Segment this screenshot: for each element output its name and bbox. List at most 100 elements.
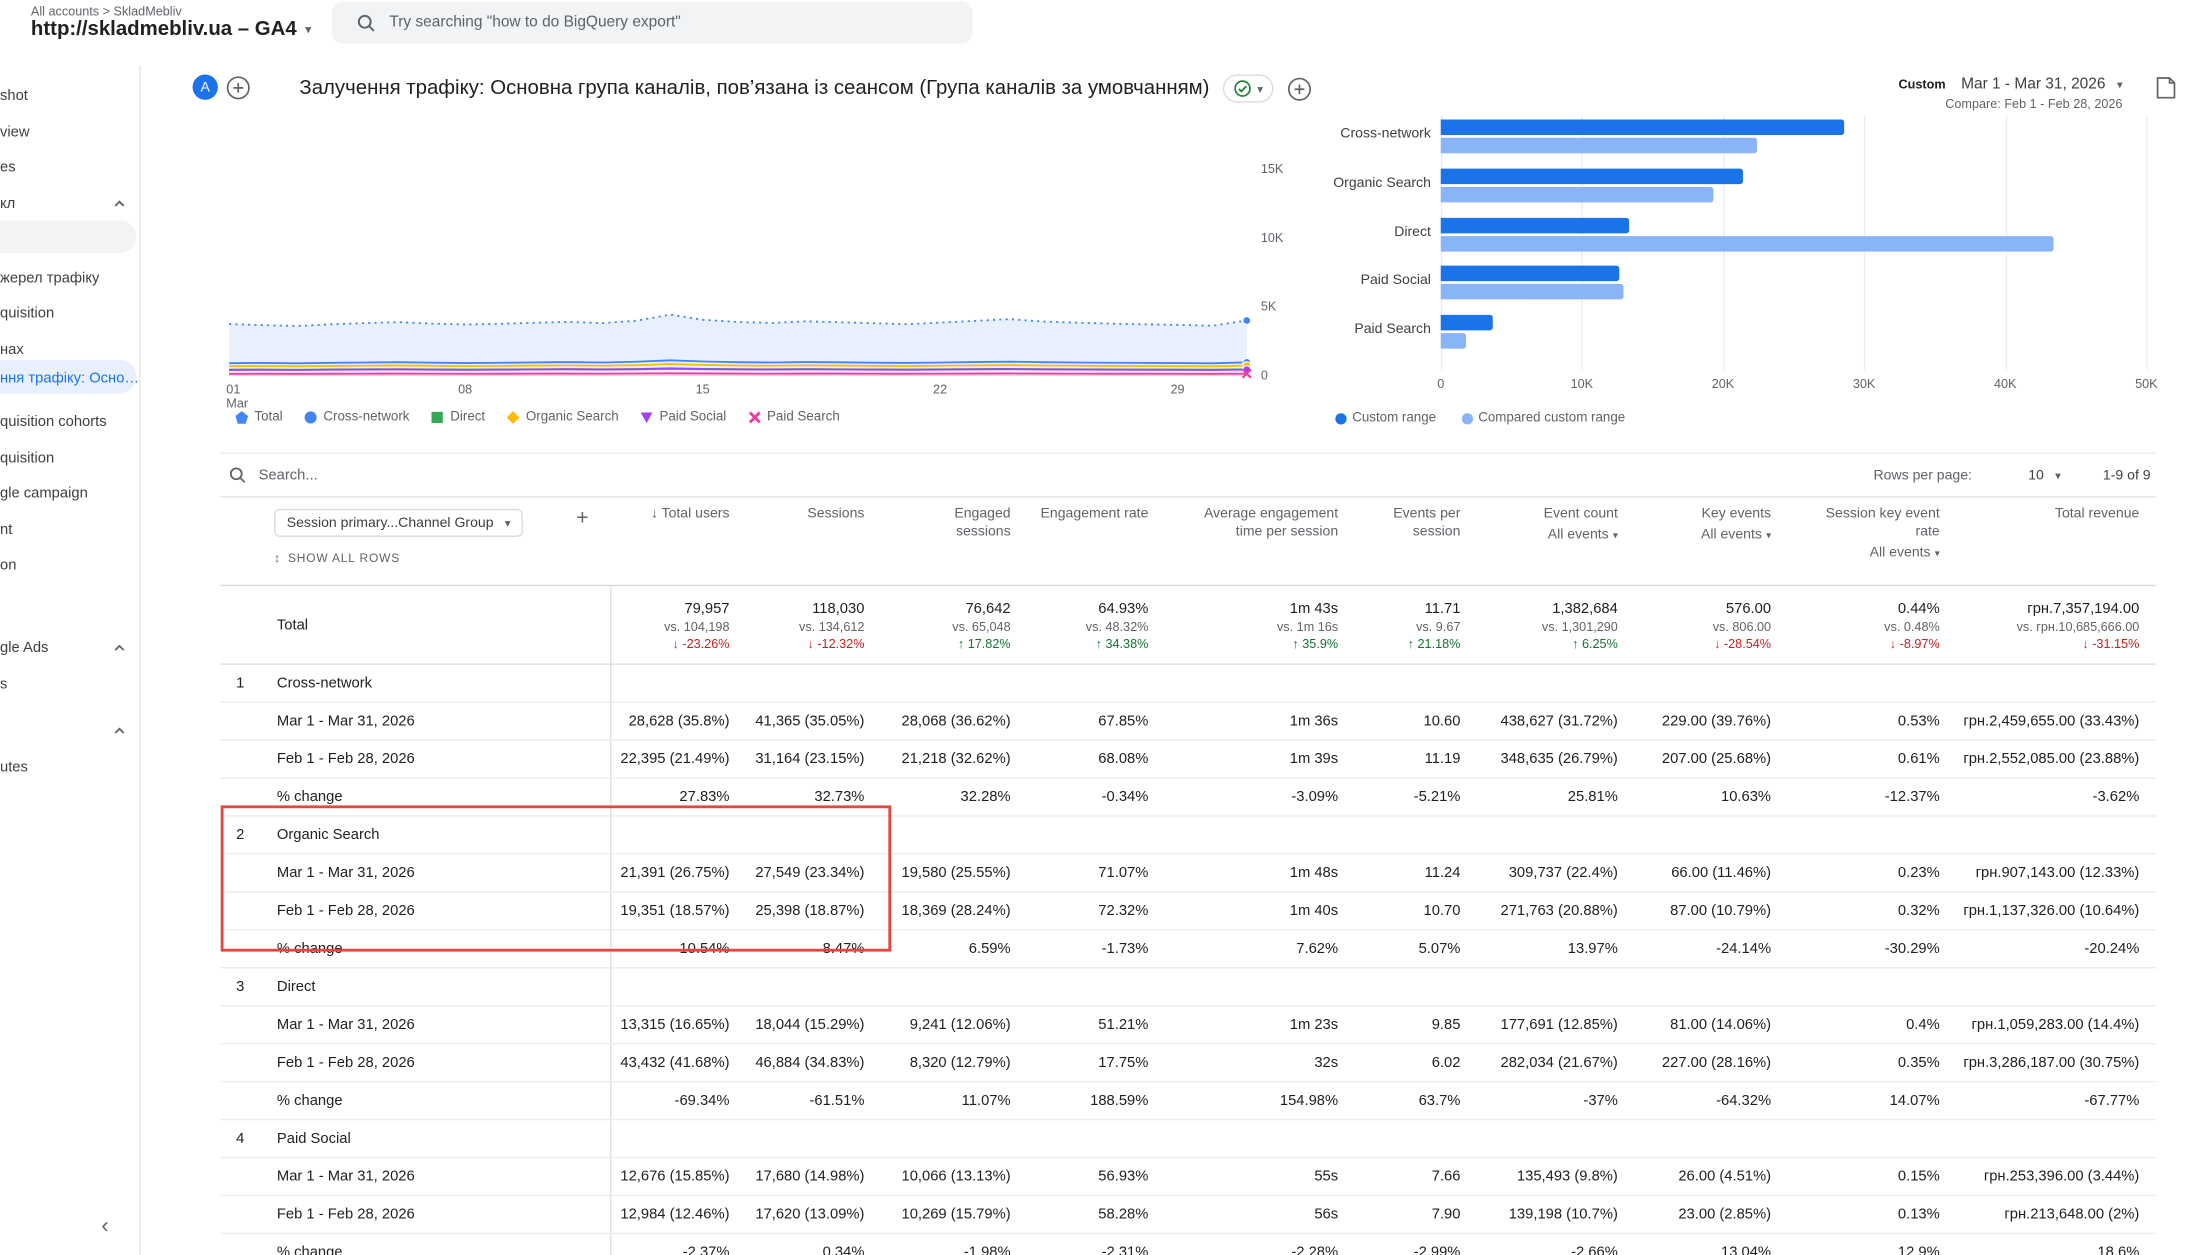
chevron-up-icon[interactable]	[112, 724, 126, 738]
legend-item-total[interactable]: Total	[235, 409, 283, 424]
dimension-selector[interactable]: Session primary...Channel Group ▾	[274, 508, 524, 537]
metric-cell: -67.77%	[2084, 1092, 2140, 1110]
legend-item-direct[interactable]: Direct	[431, 409, 485, 424]
chevron-down-icon: ▾	[305, 21, 312, 36]
legend-item-organic-search[interactable]: Organic Search	[506, 409, 619, 425]
global-search-input[interactable]: Try searching "how to do BigQuery export…	[331, 1, 973, 44]
sidebar-item-on[interactable]: on	[0, 550, 139, 581]
sidebar-item-es[interactable]: es	[0, 152, 139, 183]
avatar[interactable]: A	[192, 74, 218, 100]
sidebar-item-view[interactable]: view	[0, 117, 139, 148]
column-filter[interactable]: All events ▾	[1701, 527, 1771, 542]
metric-cell: 46,884 (34.83%)	[755, 1054, 865, 1072]
column-header-sessions[interactable]: Sessions	[732, 505, 867, 561]
sidebar-item-quisition-cohorts[interactable]: quisition cohorts	[0, 406, 139, 437]
chevron-up-icon[interactable]	[112, 197, 126, 211]
column-header-total-revenue[interactable]: Total revenue	[1943, 505, 2157, 561]
channel-name: Cross-network	[276, 674, 373, 692]
page-title: Залучення трафіку: Основна група каналів…	[299, 77, 1210, 100]
sidebar-item-quisition[interactable]: quisition	[0, 443, 139, 474]
table-header: Session primary...Channel Group ▾ + ↕ SH…	[220, 496, 2157, 587]
sidebar-item-жерел-трафіку[interactable]: жерел трафіку	[0, 263, 139, 294]
column-header-engaged-sessions[interactable]: Engaged sessions	[867, 505, 1013, 561]
column-header-total-users[interactable]: ↓ Total users	[611, 505, 732, 561]
legend-item-paid-social[interactable]: Paid Social	[640, 409, 726, 424]
metric-cell: -61.51%	[809, 1092, 865, 1110]
metric-cell: 17.75%	[1098, 1054, 1149, 1072]
dimension-cell: 4 Paid Social	[221, 1120, 612, 1157]
sidebar-item-quisition[interactable]: quisition	[0, 298, 139, 329]
metric-cell: 79,957 vs. 104,198 ↓ -23.26%	[611, 586, 732, 663]
dimension-cell: % change	[221, 1082, 612, 1119]
column-header-average-engagement-time-per-session[interactable]: Average engagement time per session	[1151, 505, 1341, 561]
metric-cell: 576.00 vs. 806.00 ↓ -28.54%	[1621, 586, 1774, 663]
add-dimension-button[interactable]: +	[576, 506, 588, 530]
add-comparison-button[interactable]	[226, 76, 250, 100]
x-tick-label: 29	[1170, 383, 1184, 397]
legend-item-compared-custom-range[interactable]: Compared custom range	[1461, 410, 1625, 426]
sidebar-item-s[interactable]: s	[0, 669, 139, 700]
sidebar-collapse-button[interactable]: ‹	[101, 1214, 108, 1239]
column-header-session-key-event-rate[interactable]: Session key event rate All events ▾	[1774, 505, 1943, 561]
metric-cell: 51.21%	[1098, 1016, 1149, 1034]
sidebar-item-nt[interactable]: nt	[0, 514, 139, 545]
property-selector[interactable]: http://skladmebliv.ua – GA4 ▾	[31, 18, 312, 40]
table-row-cross-network-feb-1-feb-28-2026: Feb 1 - Feb 28, 2026 22,395 (21.49%) 31,16…	[220, 740, 2157, 779]
metric-cell: 139,198 (10.7%)	[1508, 1206, 1618, 1223]
sidebar-item-shot[interactable]: shot	[0, 80, 139, 111]
column-header-engagement-rate[interactable]: Engagement rate	[1013, 505, 1151, 561]
sidebar-item-ння-трафіку-осно[interactable]: ння трафіку: Осно…	[0, 363, 139, 394]
metric-cell: 41,365 (35.05%)	[755, 712, 865, 730]
sidebar-item-item[interactable]	[0, 221, 139, 252]
legend-item-cross-network[interactable]: Cross-network	[304, 409, 409, 424]
column-filter[interactable]: All events ▾	[1870, 545, 1940, 560]
metric-cell: 13.04%	[1720, 1243, 1772, 1255]
column-header-event-count[interactable]: Event count All events ▾	[1463, 505, 1620, 561]
metric-value: 11.71	[1424, 599, 1461, 617]
table-row-group-organic-search[interactable]: 2 Organic Search	[220, 816, 2157, 855]
date-range-picker[interactable]: Custom Mar 1 - Mar 31, 2026 ▾ Compare: F…	[1898, 76, 2122, 111]
table-search-input[interactable]: Search...	[229, 467, 318, 484]
metric-cell: 56.93%	[1098, 1168, 1149, 1185]
circle-marker-icon	[1335, 412, 1347, 424]
column-header-events-per-session[interactable]: Events per session	[1341, 505, 1463, 561]
table-row-group-direct[interactable]: 3 Direct	[220, 968, 2157, 1007]
table-row-cross-network-change: % change 27.83% 32.73% 32.28% -0.34% -3.09% -5…	[220, 778, 2157, 817]
column-header-label: Session key event rate	[1825, 506, 1940, 540]
legend-label: Organic Search	[525, 409, 619, 425]
rows-per-page-select[interactable]: 10 ▾	[2028, 467, 2061, 482]
metric-cell: 7.62%	[1296, 940, 1339, 958]
metric-cell: 21,218 (32.62%)	[901, 750, 1011, 768]
metric-value: 0.44%	[1897, 599, 1940, 617]
line-chart-legend: Total Cross-network Direct Organic Search Pa…	[235, 409, 840, 424]
legend-item-custom-range[interactable]: Custom range	[1335, 410, 1436, 426]
notes-button[interactable]	[2155, 76, 2177, 100]
metric-cell: 25,398 (18.87%)	[755, 902, 865, 920]
sidebar-item-gle-campaign[interactable]: gle campaign	[0, 478, 139, 509]
dimension-cell: 1 Cross-network	[221, 664, 612, 702]
legend-item-paid-search[interactable]: Paid Search	[747, 409, 840, 424]
legend-label: Total	[254, 409, 283, 425]
show-all-rows-button[interactable]: ↕ SHOW ALL ROWS	[274, 551, 400, 565]
table-row-group-cross-network[interactable]: 1 Cross-network	[220, 664, 2157, 703]
table-row-organic-search-feb-1-feb-28-2026: Feb 1 - Feb 28, 2026 19,351 (18.57%) 25,39…	[220, 892, 2157, 931]
sidebar-item-utes[interactable]: utes	[0, 752, 139, 783]
metric-value: 79,957	[684, 599, 730, 617]
metric-cell: грн.2,552,085.00 (23.88%)	[1963, 750, 2140, 768]
column-header-key-events[interactable]: Key events All events ▾	[1621, 505, 1774, 561]
table-row-direct-feb-1-feb-28-2026: Feb 1 - Feb 28, 2026 43,432 (41.68%) 46,88…	[220, 1044, 2157, 1083]
metric-cell: 7.90	[1431, 1206, 1461, 1223]
metric-cell: 21,391 (26.75%)	[620, 864, 730, 882]
metric-compare-value: vs. 48.32%	[1085, 619, 1149, 634]
bar-paid-search-custom-range	[1440, 314, 1493, 331]
report-status-badge[interactable]: ▾	[1223, 74, 1275, 103]
column-header-label: Key events	[1701, 506, 1772, 522]
compare-range-label: Compare: Feb 1 - Feb 28, 2026	[1945, 96, 2123, 112]
bar-organic-search-custom-range	[1440, 168, 1743, 184]
column-filter[interactable]: All events ▾	[1548, 527, 1618, 542]
add-report-button[interactable]	[1288, 77, 1312, 101]
chevron-up-icon[interactable]	[112, 641, 126, 655]
table-row-group-paid-social[interactable]: 4 Paid Social	[220, 1120, 2157, 1159]
breadcrumb[interactable]: All accounts > SkladMebliv	[31, 4, 182, 18]
metric-cell: 72.32%	[1098, 902, 1149, 920]
